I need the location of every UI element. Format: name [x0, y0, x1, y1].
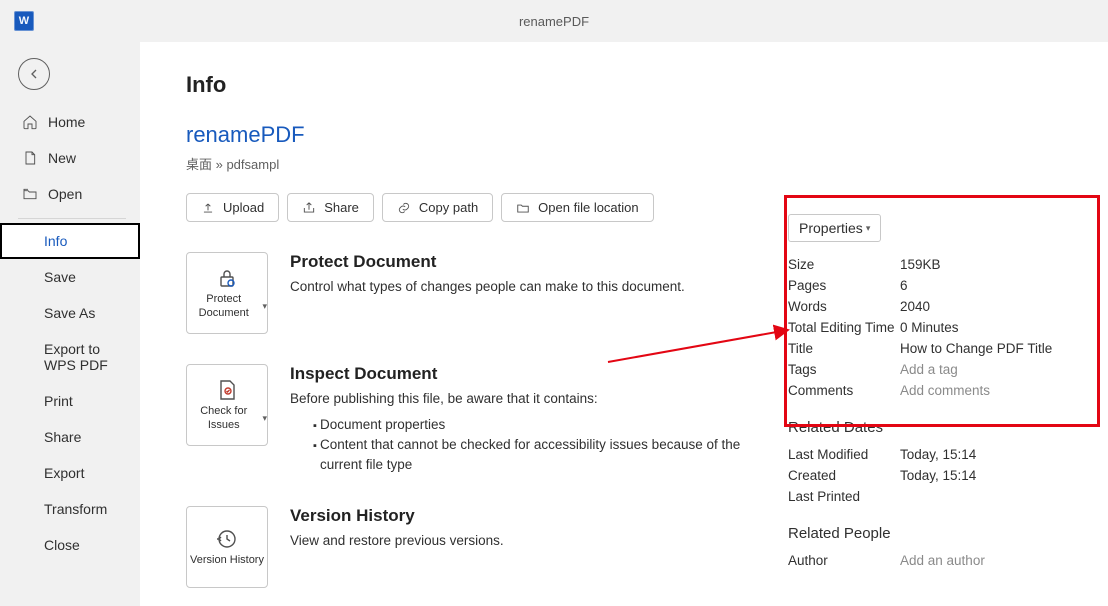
info-pane: Info renamePDF 桌面 » pdfsampl Upload Shar…	[140, 42, 1108, 606]
open-location-label: Open file location	[538, 200, 638, 215]
prop-tags-key: Tags	[788, 362, 900, 377]
nav-save-as[interactable]: Save As	[0, 295, 140, 331]
prop-pages-value: 6	[900, 278, 908, 293]
history-title: Version History	[290, 506, 504, 526]
inspect-desc: Before publishing this file, be aware th…	[290, 390, 778, 409]
prop-pages-key: Pages	[788, 278, 900, 293]
open-location-button[interactable]: Open file location	[501, 193, 653, 222]
lock-icon	[215, 266, 239, 290]
version-history-label: Version History	[190, 554, 264, 567]
share-button[interactable]: Share	[287, 193, 374, 222]
nav-separator	[18, 218, 126, 219]
nav-home-label: Home	[48, 114, 85, 130]
home-icon	[22, 114, 38, 130]
nav-open-label: Open	[48, 186, 82, 202]
nav-export-wps[interactable]: Export to WPS PDF	[0, 331, 140, 383]
document-name: renamePDF	[186, 122, 778, 148]
properties-label: Properties	[799, 220, 863, 236]
prop-edit-time-key: Total Editing Time	[788, 320, 900, 335]
open-folder-icon	[22, 186, 38, 202]
nav-new[interactable]: New	[0, 140, 140, 176]
prop-title-key: Title	[788, 341, 900, 356]
protect-document-tile[interactable]: Protect Document▾	[186, 252, 268, 334]
prop-created-key: Created	[788, 468, 900, 483]
prop-tags-value[interactable]: Add a tag	[900, 362, 958, 377]
inspect-icon	[215, 378, 239, 402]
page-title: Info	[186, 72, 778, 98]
breadcrumb: 桌面 » pdfsampl	[186, 154, 778, 173]
nav-save[interactable]: Save	[0, 259, 140, 295]
inspect-title: Inspect Document	[290, 364, 778, 384]
nav-share[interactable]: Share	[0, 419, 140, 455]
upload-label: Upload	[223, 200, 264, 215]
nav-close[interactable]: Close	[0, 527, 140, 563]
prop-edit-time-value: 0 Minutes	[900, 320, 959, 335]
prop-title-value[interactable]: How to Change PDF Title	[900, 341, 1052, 356]
word-app-icon: W	[14, 11, 34, 31]
nav-info[interactable]: Info	[0, 223, 140, 259]
version-history-tile[interactable]: Version History	[186, 506, 268, 588]
nav-open[interactable]: Open	[0, 176, 140, 212]
share-icon	[302, 201, 316, 215]
history-icon	[215, 527, 239, 551]
link-icon	[397, 201, 411, 215]
related-people-heading: Related People	[788, 525, 1078, 542]
inspect-item-2: Content that cannot be checked for acces…	[320, 435, 778, 476]
prop-comments-key: Comments	[788, 383, 900, 398]
share-label: Share	[324, 200, 359, 215]
prop-size-value: 159KB	[900, 257, 941, 272]
copy-path-button[interactable]: Copy path	[382, 193, 493, 222]
related-dates-heading: Related Dates	[788, 419, 1078, 436]
back-button[interactable]	[18, 58, 50, 90]
copy-path-label: Copy path	[419, 200, 478, 215]
window-title: renamePDF	[519, 14, 589, 29]
upload-icon	[201, 201, 215, 215]
new-doc-icon	[22, 150, 38, 166]
prop-modified-value: Today, 15:14	[900, 447, 976, 462]
chevron-down-icon: ▾	[262, 413, 267, 424]
properties-dropdown[interactable]: Properties ▾	[788, 214, 881, 242]
chevron-down-icon: ▾	[262, 301, 267, 312]
nav-export[interactable]: Export	[0, 455, 140, 491]
prop-size-key: Size	[788, 257, 900, 272]
check-issues-label: Check for Issues	[187, 405, 260, 431]
folder-open-icon	[516, 201, 530, 215]
protect-desc: Control what types of changes people can…	[290, 278, 685, 297]
prop-modified-key: Last Modified	[788, 447, 900, 462]
prop-printed-key: Last Printed	[788, 489, 900, 504]
nav-print[interactable]: Print	[0, 383, 140, 419]
nav-transform[interactable]: Transform	[0, 491, 140, 527]
protect-tile-label: Protect Document	[187, 293, 260, 319]
prop-words-value: 2040	[900, 299, 930, 314]
chevron-down-icon: ▾	[866, 223, 871, 234]
prop-created-value: Today, 15:14	[900, 468, 976, 483]
arrow-left-icon	[26, 66, 42, 82]
prop-words-key: Words	[788, 299, 900, 314]
upload-button[interactable]: Upload	[186, 193, 279, 222]
protect-title: Protect Document	[290, 252, 685, 272]
backstage-sidebar: Home New Open Info Save Save As Export t…	[0, 42, 140, 606]
check-issues-tile[interactable]: Check for Issues▾	[186, 364, 268, 446]
inspect-item-1: Document properties	[320, 415, 778, 435]
nav-new-label: New	[48, 150, 76, 166]
history-desc: View and restore previous versions.	[290, 532, 504, 551]
prop-author-value[interactable]: Add an author	[900, 553, 985, 568]
nav-home[interactable]: Home	[0, 104, 140, 140]
prop-author-key: Author	[788, 553, 900, 568]
titlebar: W renamePDF	[0, 0, 1108, 42]
prop-comments-value[interactable]: Add comments	[900, 383, 990, 398]
